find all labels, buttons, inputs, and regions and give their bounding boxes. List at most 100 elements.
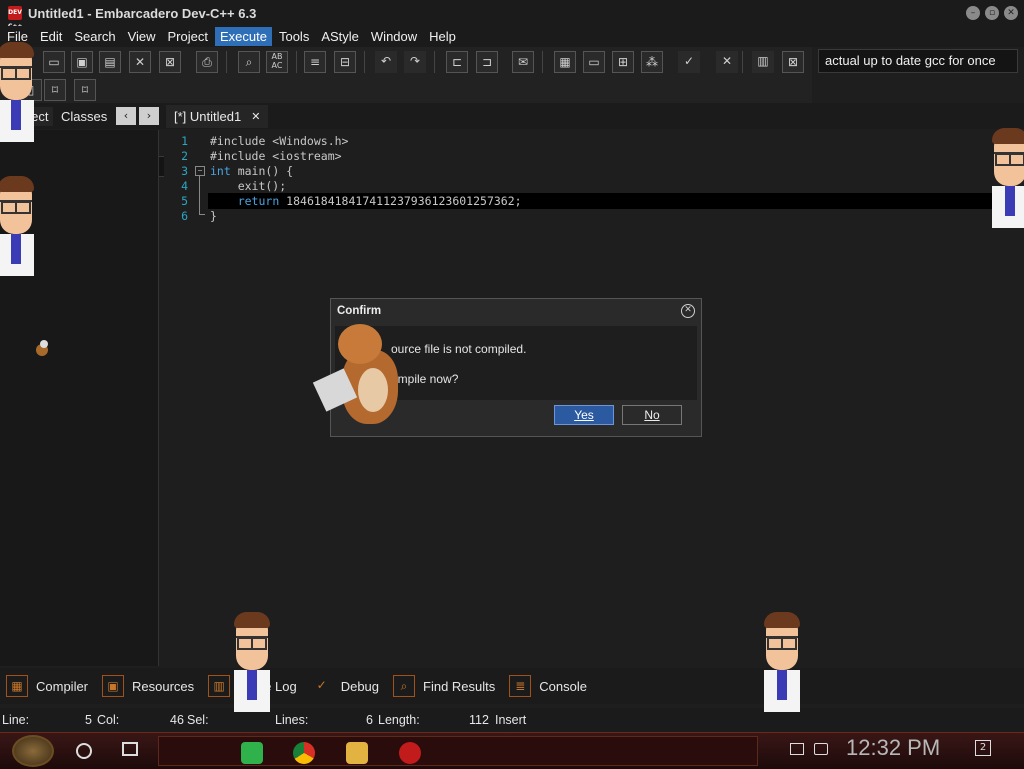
compile-run-icon[interactable]: ⊞ [612,51,634,73]
minimize-icon[interactable]: – [966,6,980,20]
menu-help[interactable]: Help [424,27,461,46]
status-mode: Insert [495,713,527,727]
file-explorer-icon[interactable] [346,742,368,764]
delete-profile-icon[interactable]: ⊠ [782,51,804,73]
cartoon-character [986,128,1024,228]
volume-muted-icon[interactable] [814,743,828,755]
line-number: 4 [181,179,188,193]
status-length-label: Length: [378,713,420,727]
cartoon-character [758,612,806,724]
window-title: Untitled1 - Embarcadero Dev-C++ 6.3 [28,5,257,21]
chevron-left-icon[interactable]: ‹ [116,107,136,125]
cartoon-character [0,176,40,276]
network-icon[interactable] [790,743,804,755]
tab-compiler[interactable]: ▦ Compiler [6,675,88,697]
undo-icon[interactable]: ↶ [375,51,397,73]
status-lines-value: 6 [366,713,373,727]
close-icon[interactable]: ✕ [681,304,695,318]
restore-icon[interactable]: ▫ [985,6,999,20]
save-all-icon[interactable]: ▤ [99,51,121,73]
fold-guide [199,176,200,214]
stop-icon[interactable]: ✕ [716,51,738,73]
save-icon[interactable]: ▣ [71,51,93,73]
run-icon[interactable]: ▭ [583,51,605,73]
grid-icon: ▦ [6,675,28,697]
open-folder-icon[interactable]: ▭ [43,51,65,73]
task-view-icon[interactable] [122,742,138,756]
fold-guide-end [199,214,205,215]
goto-bookmark-icon[interactable]: ⌑ [74,79,96,101]
taskbar-apps [158,736,758,766]
title-bar: DEV C++ Untitled1 - Embarcadero Dev-C++ … [0,0,1024,30]
clock[interactable]: 12:32 PM [846,735,940,761]
code-line: int main() { [210,164,294,178]
chevron-right-icon[interactable]: › [139,107,159,125]
secondary-toolbar: ▯ ⌑ ⌑ ▼ ▼ [0,77,812,177]
menu-execute[interactable]: Execute [214,27,272,46]
main-toolbar: ▭ ▣ ▤ ✕ ⊠ ⎙ ⌕ AB AC ≡ ⊟ ↶ ↷ ⊏ ⊐ ✉ ▦ ▭ ⊞ ⁂… [0,47,812,77]
editor-tab-bar: [*] Untitled1 ✕ [162,103,1024,129]
menu-bar: File Edit Search View Project Execute To… [0,26,1024,47]
menu-astyle[interactable]: AStyle [316,27,364,46]
tab-untitled1[interactable]: [*] Untitled1 ✕ [166,105,269,128]
menu-tools[interactable]: Tools [274,27,314,46]
profile-icon[interactable]: ▥ [752,51,774,73]
tab-close-icon[interactable]: ✕ [251,105,260,128]
no-button[interactable]: No [622,405,682,425]
replace-icon[interactable]: AB AC [266,51,288,73]
menu-window[interactable]: Window [366,27,422,46]
dialog-message: ource file is not compiled. [391,342,527,356]
tab-resources[interactable]: ▣ Resources [102,675,194,697]
tab-find-results[interactable]: ⌕ Find Results [393,675,495,697]
resources-icon: ▣ [102,675,125,697]
close-file-icon[interactable]: ✕ [129,51,151,73]
cartoon-character [228,612,276,724]
fold-toggle-icon[interactable]: − [195,166,205,176]
desktop-pet-icon [28,338,52,362]
notes-app-icon[interactable] [241,742,263,764]
code-line: #include <iostream> [210,149,342,163]
status-col-value: 46 [170,713,184,727]
tab-console[interactable]: ≣ Console [509,675,587,697]
menu-search[interactable]: Search [69,27,120,46]
comment-icon[interactable]: ✉ [512,51,534,73]
status-bar: Line: 5 Col: 46 Sel: Lines: 6 Length: 11… [0,708,1024,732]
start-button[interactable] [12,735,54,767]
hamster-sticker [312,324,402,426]
find-icon[interactable]: ⌕ [238,51,260,73]
notification-icon[interactable]: 2 [975,740,991,756]
bookmark-icon[interactable]: ⌑ [44,79,66,101]
redo-icon[interactable]: ↷ [404,51,426,73]
search-icon[interactable] [76,743,92,759]
compile-icon[interactable]: ▦ [554,51,576,73]
line-number: 5 [181,194,188,208]
tab-classes[interactable]: Classes [56,107,112,126]
close-all-icon[interactable]: ⊠ [159,51,181,73]
status-col-label: Col: [97,713,120,727]
status-line-value: 5 [85,713,92,727]
code-line: exit(); [210,179,287,193]
tab-debug[interactable]: ✓ Debug [311,675,379,697]
indent-icon[interactable]: ≡ [304,51,326,73]
check-icon: ✓ [316,678,327,692]
menu-view[interactable]: View [123,27,161,46]
console-icon: ≣ [509,675,532,697]
remove-project-icon[interactable]: ⊐ [476,51,498,73]
chrome-app-icon[interactable] [293,742,315,764]
line-number: 2 [181,149,188,163]
compiler-select[interactable]: actual up to date gcc for once [818,49,1018,73]
unindent-icon[interactable]: ⊟ [334,51,356,73]
rebuild-icon[interactable]: ⁂ [641,51,663,73]
dialog-title: Confirm [337,305,382,317]
syntax-check-icon[interactable]: ✓ [678,51,700,73]
new-project-icon[interactable]: ⊏ [446,51,468,73]
chart-icon: ▥ [208,675,231,697]
devcpp-taskbar-icon[interactable] [399,742,421,764]
close-icon[interactable]: ✕ [1004,6,1018,20]
code-line: } [210,209,217,223]
menu-project[interactable]: Project [163,27,213,46]
print-icon[interactable]: ⎙ [196,51,218,73]
yes-button[interactable]: Yes [554,405,614,425]
line-number: 6 [181,209,188,223]
status-lines-label: Lines: [275,713,309,727]
